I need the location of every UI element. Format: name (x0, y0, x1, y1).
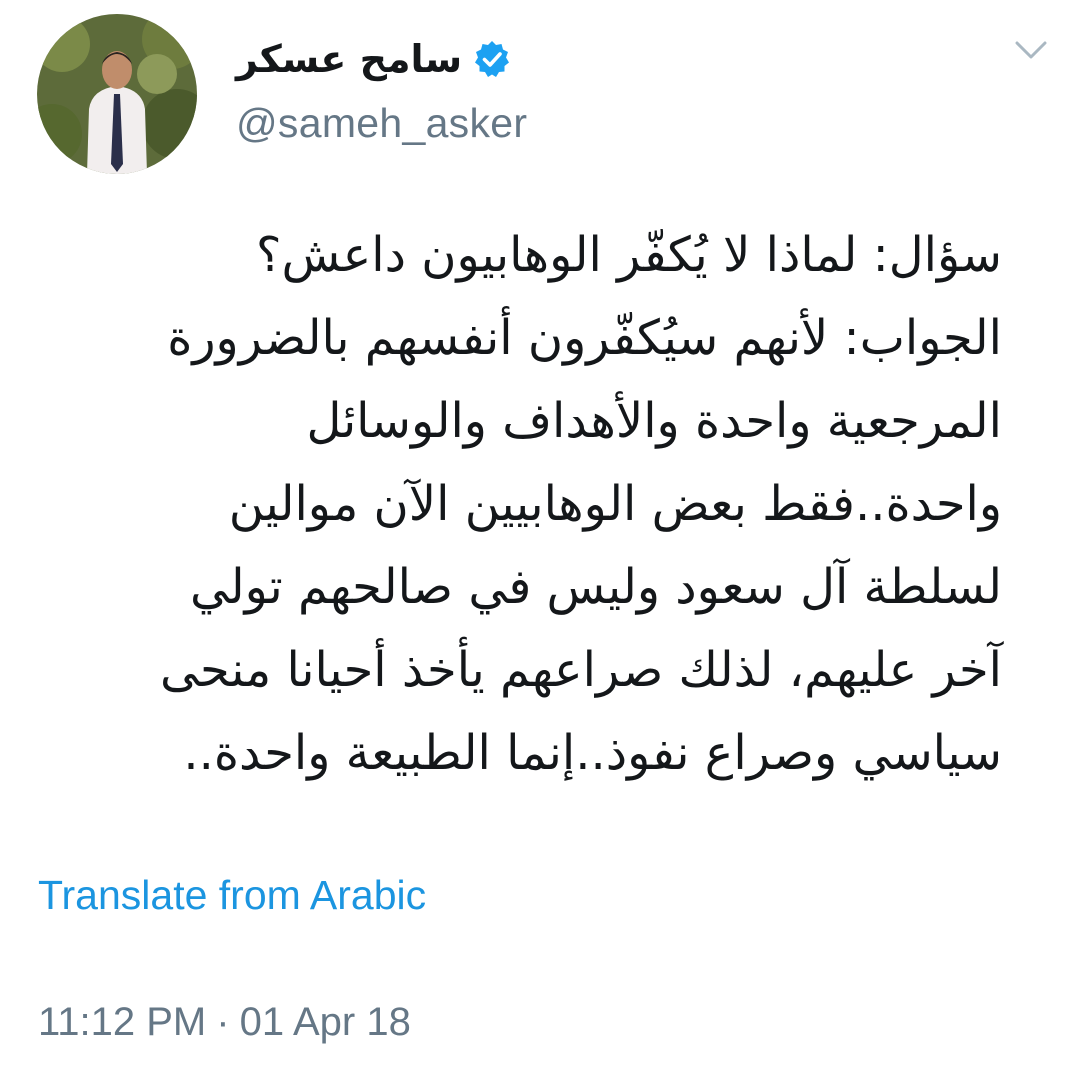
meta-separator: · (216, 1000, 230, 1044)
tweet-text-line: سؤال: لماذا لا يُكفّر الوهابيون داعش؟ (255, 227, 1002, 283)
translate-link[interactable]: Translate from Arabic (38, 872, 426, 919)
tweet-timestamp[interactable]: 11:12 PM · 01 Apr 18 (38, 1000, 411, 1045)
author-block: سامح عسكر @sameh_asker (236, 24, 836, 147)
avatar-photo (37, 14, 197, 174)
tweet-card: سامح عسكر @sameh_asker سؤال: لماذا لا يُ… (0, 0, 1080, 1088)
tweet-text-line: لسلطة آل سعود وليس في صالحهم تولي (189, 559, 1002, 615)
user-handle[interactable]: @sameh_asker (236, 100, 836, 147)
tweet-text-line: المرجعية واحدة والأهداف والوسائل (306, 393, 1002, 449)
tweet-text-line: آخر عليهم، لذلك صراعهم يأخذ أحيانا منحى (160, 642, 1002, 698)
tweet-text: سؤال: لماذا لا يُكفّر الوهابيون داعش؟ ال… (42, 214, 1002, 795)
tweet-text-line: سياسي وصراع نفوذ..إنما الطبيعة واحدة.. (183, 725, 1002, 781)
avatar[interactable] (37, 14, 197, 174)
tweet-date: 01 Apr 18 (239, 1000, 411, 1044)
verified-badge-icon (472, 39, 512, 79)
chevron-down-icon[interactable] (1013, 38, 1049, 62)
tweet-text-line: الجواب: لأنهم سيُكفّرون أنفسهم بالضرورة (167, 310, 1002, 366)
display-name[interactable]: سامح عسكر (236, 37, 462, 81)
name-row: سامح عسكر (236, 24, 836, 94)
tweet-time: 11:12 PM (38, 1000, 207, 1044)
tweet-text-line: واحدة..فقط بعض الوهابيين الآن موالين (228, 476, 1002, 532)
